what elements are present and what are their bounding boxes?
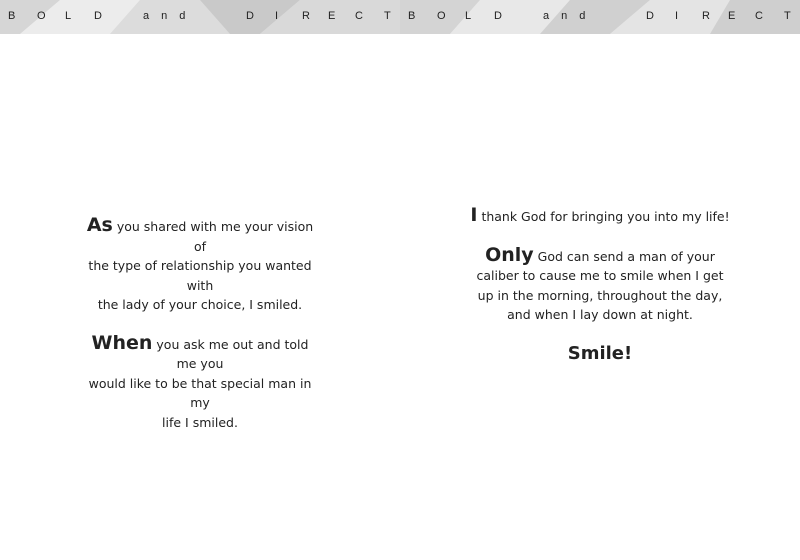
- header-letter: L: [65, 10, 72, 22]
- header-letter: L: [465, 10, 472, 22]
- header-banner-left: B O L D and D I R E C T: [0, 0, 400, 34]
- left-page-text: As you shared with me your vision of the…: [80, 214, 320, 433]
- text-line: and when I lay down at night.: [507, 307, 693, 322]
- text-line: life I smiled.: [162, 414, 238, 430]
- header-letter: D: [494, 10, 502, 22]
- header-letter: T: [384, 10, 391, 22]
- header-banner-right: B O L D and D I R E C T: [400, 0, 800, 34]
- paragraph-when: When you ask me out and told me you woul…: [80, 331, 320, 433]
- text-line: you ask me out and told me you: [156, 336, 309, 372]
- text-line: the type of relationship you wanted with: [88, 258, 312, 293]
- header-letter: C: [355, 10, 363, 22]
- header-word: and: [143, 10, 198, 22]
- lead-word: I: [470, 204, 478, 226]
- header-letter: R: [702, 10, 710, 22]
- header-letter: C: [755, 10, 763, 22]
- paragraph-only: Only God can send a man of your caliber …: [470, 243, 730, 325]
- header-text-right: B O L D and D I R E C T: [400, 10, 800, 24]
- text-line: you shared with me your vision of: [116, 219, 314, 254]
- header-letter: R: [302, 10, 310, 22]
- closing-smile: Smile!: [567, 342, 633, 364]
- header-word: and: [543, 10, 598, 22]
- header-letter: B: [408, 10, 416, 22]
- header-text-left: B O L D and D I R E C T: [0, 10, 400, 24]
- text-line: would like to be that special man in my: [88, 375, 312, 411]
- header-letter: E: [328, 10, 336, 22]
- header-letter: O: [37, 10, 46, 22]
- header-letter: O: [437, 10, 446, 22]
- lead-word: As: [86, 214, 113, 236]
- lead-word: Only: [485, 243, 534, 266]
- text-line: thank God for bringing you into my life!: [481, 209, 730, 224]
- header-letter: T: [784, 10, 791, 22]
- lead-word: When: [91, 331, 153, 354]
- paragraph-as: As you shared with me your vision of the…: [80, 214, 320, 315]
- header-letter: D: [646, 10, 654, 22]
- text-line: the lady of your choice, I smiled.: [97, 297, 303, 312]
- header-letter: I: [675, 10, 679, 22]
- header-letter: D: [246, 10, 254, 22]
- text-line: up in the morning, throughout the day,: [477, 287, 723, 303]
- header-letter: E: [728, 10, 736, 22]
- header-letter: B: [8, 10, 16, 22]
- header-letter: D: [94, 10, 102, 22]
- header-letter: I: [275, 10, 279, 22]
- text-line: caliber to cause me to smile when I get: [476, 268, 724, 283]
- text-line: God can send a man of your: [537, 248, 715, 264]
- paragraph-thanks: I thank God for bringing you into my lif…: [470, 204, 730, 227]
- right-page-text: I thank God for bringing you into my lif…: [470, 204, 730, 364]
